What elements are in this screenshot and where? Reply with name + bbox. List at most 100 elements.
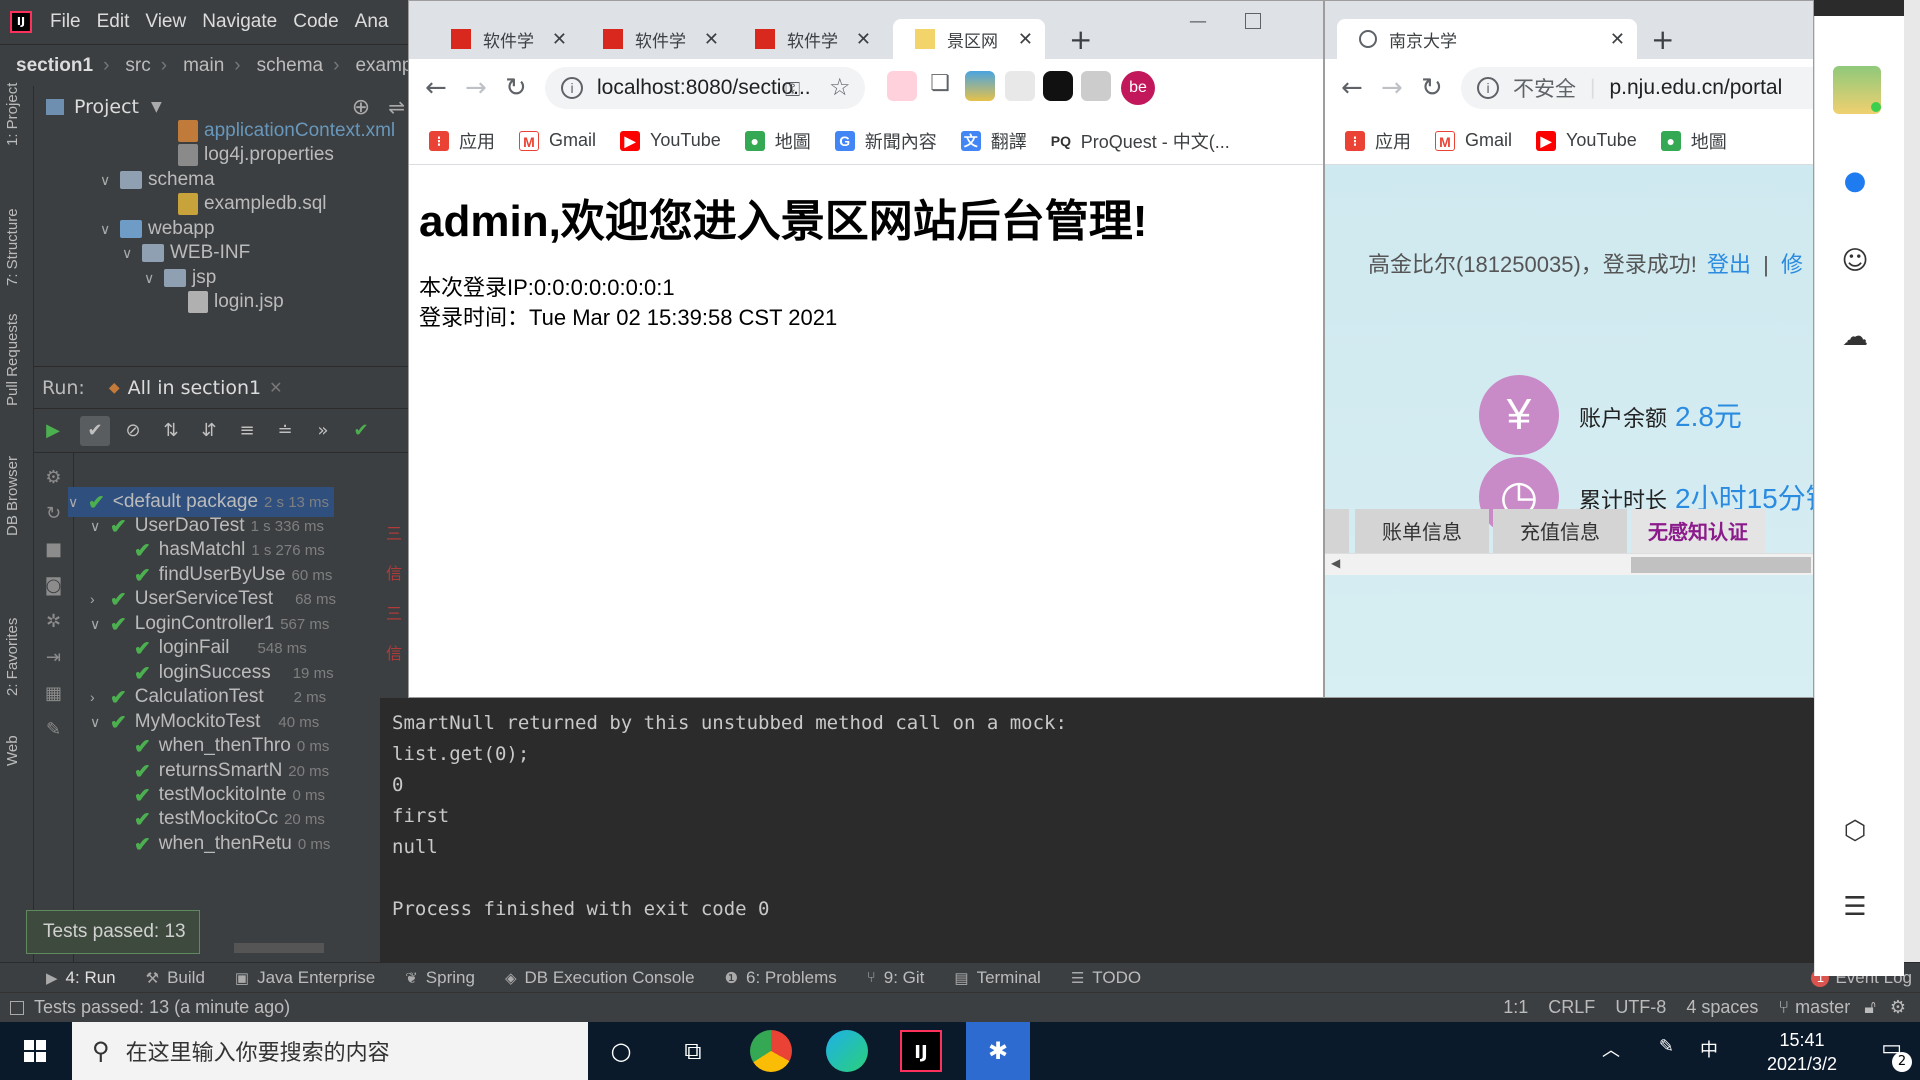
tampermonkey-icon[interactable] xyxy=(1043,71,1073,101)
pen-icon[interactable]: ✎ xyxy=(1659,1036,1674,1057)
extension-red-icon[interactable] xyxy=(1081,71,1111,101)
cube-icon[interactable]: ⬡ xyxy=(1837,816,1873,852)
close-icon[interactable]: ✕ xyxy=(1018,29,1033,50)
stop-icon[interactable]: ■ xyxy=(42,539,66,561)
chevron-right-icon[interactable]: › xyxy=(90,591,110,607)
back-icon[interactable]: ← xyxy=(1341,73,1363,103)
translate-extension-icon[interactable] xyxy=(1005,71,1035,101)
chat-icon[interactable]: ● xyxy=(1837,166,1873,202)
info-icon[interactable]: i xyxy=(1477,77,1499,99)
task-view-icon[interactable]: ⧉ xyxy=(672,1030,714,1072)
menu-navigate[interactable]: Navigate xyxy=(202,11,277,33)
settings-icon[interactable]: ✲ xyxy=(42,611,66,633)
menu-file[interactable]: File xyxy=(50,11,81,33)
info-icon[interactable]: i xyxy=(561,77,583,99)
address-bar[interactable]: i localhost:8080/sectio... xyxy=(545,67,865,109)
bookmark-youtube[interactable]: ▶ YouTube xyxy=(1536,130,1637,151)
tab-run[interactable]: ▶ 4: Run xyxy=(46,968,116,988)
clock[interactable]: 15:41 2021/3/2 xyxy=(1752,1028,1852,1076)
tab-problems[interactable]: ❶ 6: Problems xyxy=(725,968,837,988)
chevron-down-icon[interactable]: ∨ xyxy=(144,270,164,287)
tab-git[interactable]: ⑂ 9: Git xyxy=(867,968,925,988)
intellij-logo-icon[interactable]: IJ xyxy=(10,11,32,33)
extension-icon[interactable] xyxy=(965,71,995,101)
lock-icon[interactable]: 🔓︎ xyxy=(1864,997,1876,1018)
show-ignored-icon[interactable]: ⊘ xyxy=(118,416,148,446)
browser-tab[interactable]: 软件学 ✕ xyxy=(733,19,883,59)
chevron-down-icon[interactable]: ∨ xyxy=(90,518,110,535)
caret-position[interactable]: 1:1 xyxy=(1503,997,1528,1018)
camera-icon[interactable]: ◙ xyxy=(42,575,66,597)
tab-build[interactable]: ⚒ Build xyxy=(146,968,205,988)
close-icon[interactable]: ✕ xyxy=(552,29,567,50)
bookmark-icon[interactable]: ❏ xyxy=(925,71,955,101)
horizontal-scrollbar[interactable] xyxy=(234,943,324,953)
back-icon[interactable]: ← xyxy=(425,73,447,103)
contacts-icon[interactable]: ☺ xyxy=(1837,246,1873,282)
browser-tab-active[interactable]: 景区网 ✕ xyxy=(893,19,1045,59)
vtab-project[interactable]: 1: Project xyxy=(4,83,21,146)
ime-indicator[interactable]: 中 xyxy=(1700,1036,1718,1062)
forward-icon[interactable]: → xyxy=(465,73,487,103)
portal-tab-hidden[interactable] xyxy=(1325,509,1349,557)
maximize-icon[interactable] xyxy=(1245,13,1261,29)
git-branch[interactable]: master xyxy=(1795,997,1850,1018)
address-bar[interactable]: i 不安全 | p.nju.edu.cn/portal xyxy=(1461,67,1813,109)
breadcrumb-src[interactable]: src xyxy=(125,55,150,77)
line-separator[interactable]: CRLF xyxy=(1548,997,1595,1018)
edge-taskbar-icon[interactable] xyxy=(826,1030,868,1072)
breadcrumb-project[interactable]: section1 xyxy=(16,55,93,77)
chrome-taskbar-icon[interactable] xyxy=(750,1030,792,1072)
bookmark-gmail[interactable]: M Gmail xyxy=(1435,130,1512,151)
breadcrumb-file[interactable]: examp xyxy=(355,55,412,77)
inspector-icon[interactable]: ⚙ xyxy=(1890,997,1906,1018)
profile-avatar[interactable]: be xyxy=(1121,71,1155,105)
key-icon[interactable]: ⚿ xyxy=(785,77,800,101)
reload-icon[interactable]: ↻ xyxy=(1421,73,1443,103)
tab-db-execution-console[interactable]: ◈ DB Execution Console xyxy=(505,968,695,988)
chevron-down-icon[interactable]: ∨ xyxy=(100,221,120,238)
rerun-icon[interactable]: ▶ xyxy=(38,416,68,446)
chevron-right-icon[interactable]: › xyxy=(90,689,110,705)
minimize-icon[interactable]: — xyxy=(1189,11,1207,32)
modify-link[interactable]: 修 xyxy=(1781,252,1803,277)
tab-terminal[interactable]: ▤ Terminal xyxy=(954,968,1040,988)
star-icon[interactable]: ☆ xyxy=(829,73,851,101)
show-passed-icon[interactable]: ✔ xyxy=(80,415,110,446)
vtab-db-browser[interactable]: DB Browser xyxy=(4,456,21,536)
app-taskbar-icon[interactable]: ✱ xyxy=(966,1022,1030,1080)
bookmark-translate[interactable]: 文翻譯 xyxy=(960,128,1027,154)
reload-icon[interactable]: ↻ xyxy=(505,73,527,103)
vtab-favorites[interactable]: 2: Favorites xyxy=(4,618,21,696)
scrollbar-thumb[interactable] xyxy=(1631,557,1811,573)
status-message[interactable]: Tests passed: 13 (a minute ago) xyxy=(34,997,290,1018)
horizontal-scrollbar[interactable]: ◀ xyxy=(1325,553,1813,575)
cortana-icon[interactable]: ○ xyxy=(600,1030,642,1072)
scroll-left-icon[interactable]: ◀ xyxy=(1331,556,1340,570)
intellij-taskbar-icon[interactable]: IJ xyxy=(900,1030,942,1072)
cloud-icon[interactable]: ☁ xyxy=(1837,322,1873,358)
forward-icon[interactable]: → xyxy=(1381,73,1403,103)
logout-link[interactable]: 登出 xyxy=(1707,252,1751,277)
bookmark-apps[interactable]: ⁝ 应用 xyxy=(429,128,495,154)
tab-bill-info[interactable]: 账单信息 xyxy=(1355,509,1489,557)
menu-icon[interactable]: ☰ xyxy=(1837,892,1873,928)
vtab-web[interactable]: Web xyxy=(4,735,21,766)
pin-icon[interactable]: ✎ xyxy=(42,719,66,741)
collapse-all-icon[interactable]: ≐ xyxy=(270,416,300,446)
project-title[interactable]: Project xyxy=(74,96,139,118)
close-icon[interactable]: ✕ xyxy=(704,29,719,50)
chevron-down-icon[interactable]: ∨ xyxy=(90,616,110,633)
file-encoding[interactable]: UTF-8 xyxy=(1615,997,1666,1018)
tab-todo[interactable]: ☰ TODO xyxy=(1071,968,1141,988)
close-icon[interactable]: ✕ xyxy=(856,29,871,50)
browser-tab-active[interactable]: 南京大学 ✕ xyxy=(1337,19,1637,59)
tab-recharge-info[interactable]: 充值信息 xyxy=(1493,509,1627,557)
rerun-failed-icon[interactable]: ↻ xyxy=(42,503,66,525)
new-tab-icon[interactable]: + xyxy=(1651,23,1674,56)
breadcrumb-main[interactable]: main xyxy=(183,55,224,77)
tab-seamless-auth[interactable]: 无感知认证 xyxy=(1631,509,1765,557)
sort-duration-icon[interactable]: ⇵ xyxy=(194,416,224,446)
expand-all-icon[interactable]: ≡ xyxy=(232,416,262,446)
menu-analyze[interactable]: Ana xyxy=(355,11,389,33)
